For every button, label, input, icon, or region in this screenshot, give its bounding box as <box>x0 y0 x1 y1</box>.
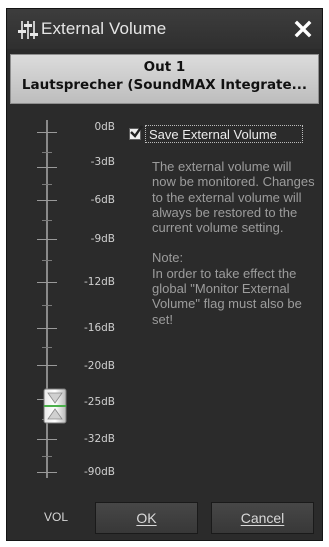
external-volume-dialog: External Volume Out 1 Lautsprecher (Soun… <box>6 8 323 541</box>
cancel-button[interactable]: Cancel <box>211 502 314 534</box>
minor-tick <box>42 456 52 457</box>
tick-mark <box>37 200 57 201</box>
minor-tick <box>42 347 52 348</box>
tick-label: -20dB <box>83 360 115 372</box>
output-header: Out 1 Lautsprecher (SoundMAX Integrate..… <box>10 54 319 104</box>
tick-mark <box>37 167 57 168</box>
tick-mark <box>37 132 57 133</box>
minor-tick <box>42 152 52 153</box>
title-bar[interactable]: External Volume <box>7 9 322 49</box>
note-text: In order to take effect the global "Moni… <box>152 265 302 327</box>
checkmark-icon <box>130 125 143 138</box>
minor-tick <box>42 184 52 185</box>
tick-mark <box>37 239 57 240</box>
slider-knob[interactable] <box>43 388 67 424</box>
tick-mark <box>37 282 57 283</box>
minor-tick <box>42 305 52 306</box>
close-icon[interactable] <box>292 18 314 40</box>
cancel-button-label: Cancel <box>240 510 285 526</box>
ok-button-label: OK <box>136 510 157 526</box>
tick-label: -32dB <box>83 433 115 445</box>
tick-label: -16dB <box>83 322 115 334</box>
save-volume-label[interactable]: Save External Volume <box>145 125 303 143</box>
tick-mark <box>37 472 57 473</box>
tick-label: -9dB <box>90 233 115 245</box>
tick-label: 0dB <box>94 121 115 133</box>
tick-label: -12dB <box>83 276 115 288</box>
tick-label: -90dB <box>83 466 115 478</box>
description-main: The external volume will now be monitore… <box>152 159 315 236</box>
tick-mark <box>37 328 57 329</box>
description-text: The external volume will now be monitore… <box>152 159 317 327</box>
tick-label: -6dB <box>90 194 115 206</box>
vol-label: VOL <box>44 510 69 524</box>
volume-slider[interactable]: 0dB -3dB -6dB -9dB -12dB -16dB -20dB -25… <box>27 112 137 482</box>
window-title: External Volume <box>41 19 167 38</box>
note-title: Note: <box>152 250 184 266</box>
output-name: Out 1 <box>143 59 186 75</box>
device-name: Lautsprecher (SoundMAX Integrate... <box>21 77 308 93</box>
minor-tick <box>42 260 52 261</box>
tick-mark <box>37 439 57 440</box>
minor-tick <box>42 220 52 221</box>
tick-label: -3dB <box>90 156 115 168</box>
save-volume-checkbox[interactable] <box>129 125 143 140</box>
equalizer-icon <box>18 21 38 39</box>
ok-button[interactable]: OK <box>95 502 198 534</box>
tick-mark <box>37 365 57 366</box>
tick-label: -25dB <box>83 396 115 408</box>
slider-track[interactable] <box>46 120 48 478</box>
